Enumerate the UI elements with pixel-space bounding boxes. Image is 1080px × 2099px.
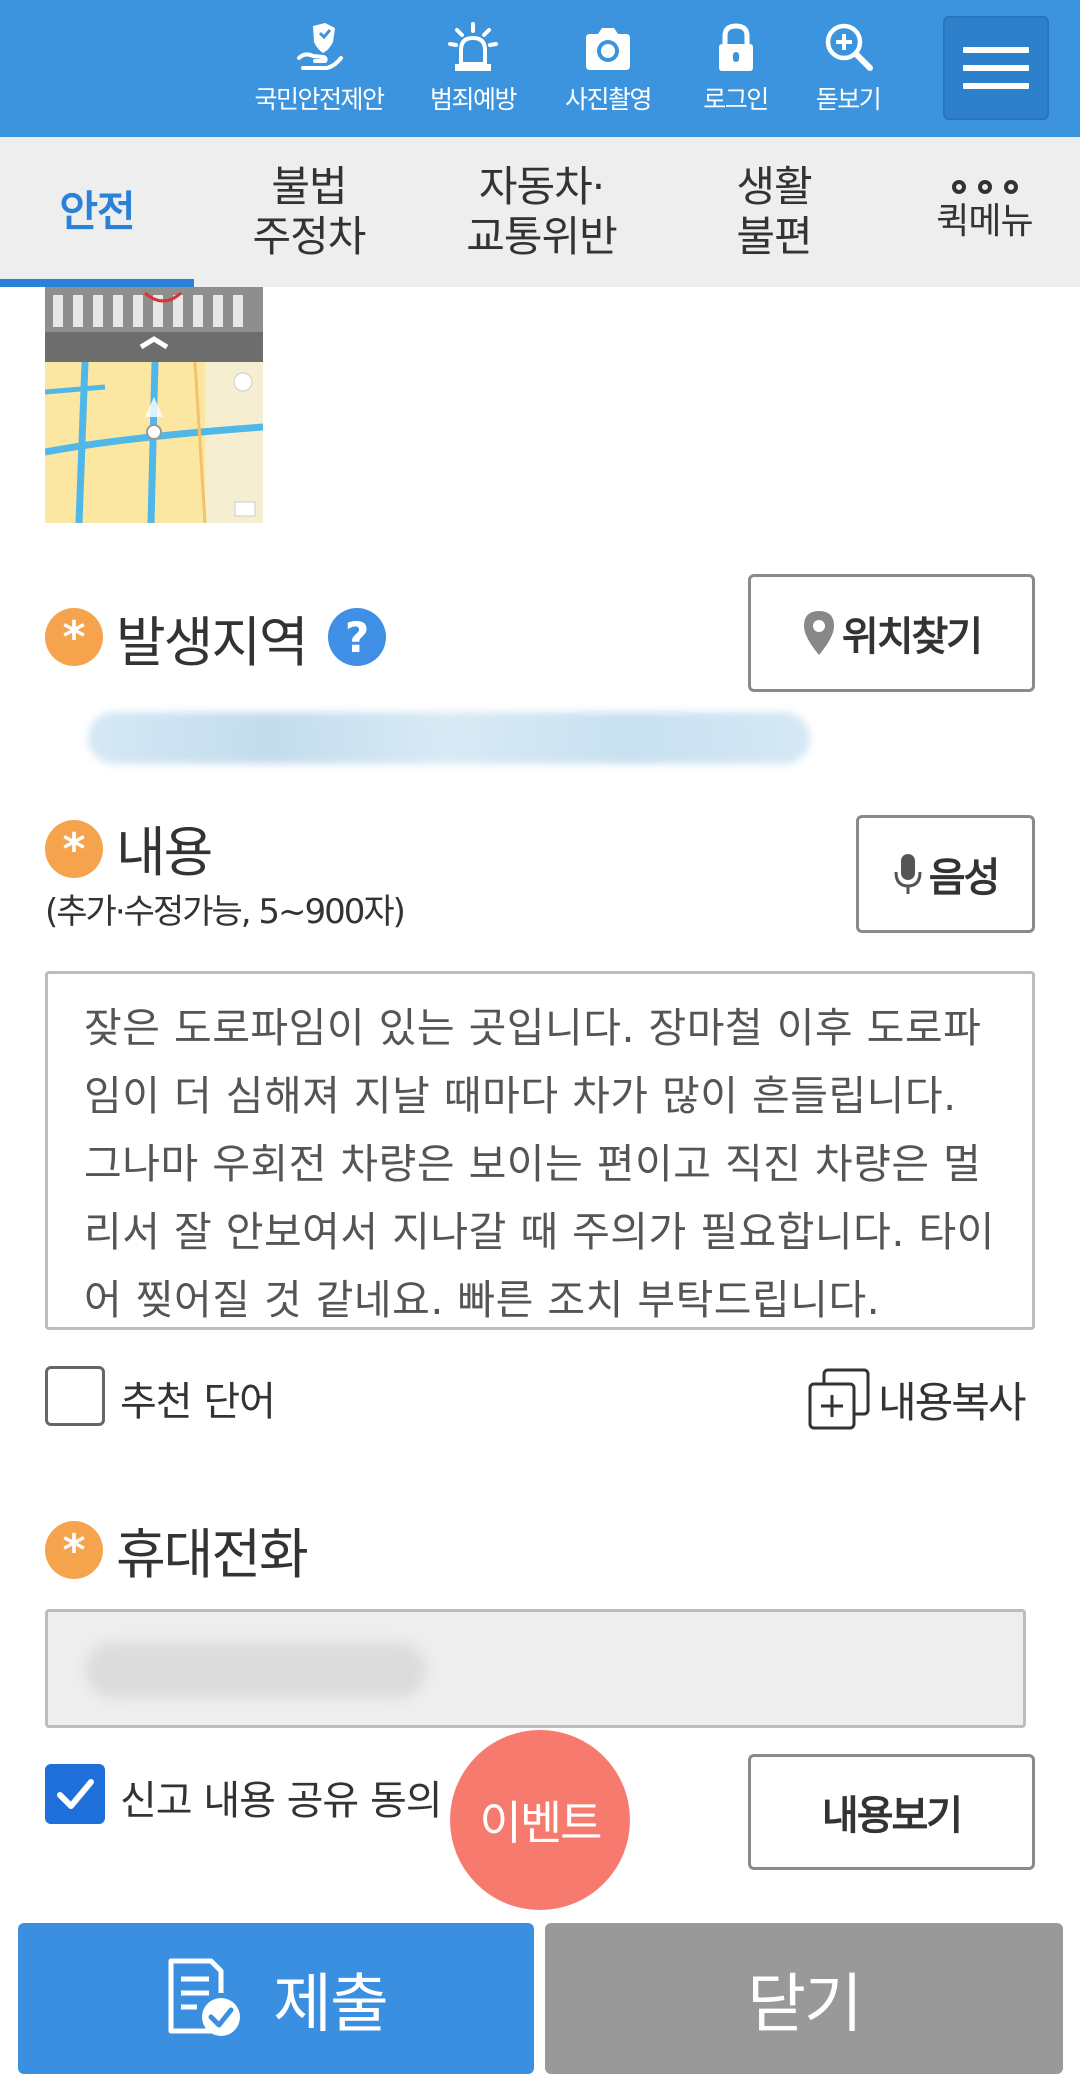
submit-label: 제출: [273, 1967, 389, 2042]
tab-traffic-violation-line2: 교통위반: [466, 212, 618, 261]
map-pin-icon: [803, 611, 834, 655]
view-content-button[interactable]: 내용보기: [748, 1754, 1035, 1870]
tab-illegal-parking-line2: 주정차: [252, 212, 367, 261]
dots-icon: [951, 180, 1018, 194]
phone-input[interactable]: [45, 1609, 1026, 1728]
phone-title: 휴대전화: [116, 1523, 309, 1586]
content-textarea[interactable]: 잦은 도로파임이 있는 곳입니다. 장마철 이후 도로파임이 더 심해져 지날 …: [45, 971, 1035, 1330]
copy-add-icon: [808, 1368, 870, 1430]
required-mark-phone: *: [45, 1521, 103, 1579]
tab-daily-inconvenience-line2: 불편: [736, 212, 812, 261]
close-button[interactable]: 닫기: [545, 1923, 1063, 2074]
crime-prevention-label: 범죄예방: [429, 85, 518, 114]
hand-shield-icon: [297, 23, 343, 70]
phone-number-blurred: [86, 1642, 426, 1698]
map-thumbnail[interactable]: [45, 287, 263, 523]
event-button[interactable]: 이벤트: [450, 1730, 630, 1910]
take-photo-button[interactable]: 사진촬영: [538, 20, 678, 125]
tab-illegal-parking-line1: 불법: [271, 162, 347, 211]
copy-content-button[interactable]: 내용복사: [808, 1368, 1027, 1430]
magnifier-label: 돋보기: [815, 85, 882, 114]
check-icon: [57, 1779, 94, 1809]
active-tab-indicator: [0, 279, 194, 287]
siren-icon: [448, 22, 498, 71]
camera-icon: [586, 28, 630, 70]
magnifier-button[interactable]: 돋보기: [793, 20, 903, 125]
lock-icon: [718, 23, 753, 71]
tab-daily-inconvenience[interactable]: 생활 불편: [659, 137, 889, 287]
safety-proposal-label: 국민안전제안: [254, 85, 385, 114]
magnifier-icon: [825, 23, 873, 71]
quick-menu-label: 퀵메뉴: [936, 201, 1033, 242]
content-title: 내용: [116, 821, 213, 884]
take-photo-label: 사진촬영: [564, 85, 653, 114]
find-location-label: 위치찾기: [841, 614, 983, 660]
document-check-icon: [168, 1958, 241, 2036]
content-length-note: (추가·수정가능, 5~900자): [45, 892, 406, 932]
share-consent-checkbox[interactable]: [45, 1764, 105, 1824]
top-bar: 국민안전제안 범죄예방 사진촬영 로그인 돋보기: [0, 0, 1080, 137]
tab-traffic-violation-line1: 자동차·: [478, 162, 605, 211]
tab-quick-menu[interactable]: 퀵메뉴: [889, 137, 1080, 287]
recommend-words-checkbox[interactable]: [45, 1366, 105, 1426]
required-mark-content: *: [45, 820, 103, 878]
login-button[interactable]: 로그인: [678, 20, 793, 125]
map-image: [45, 287, 263, 523]
recommend-words-label: 추천 단어: [120, 1379, 276, 1425]
find-location-button[interactable]: 위치찾기: [748, 574, 1035, 692]
tab-daily-inconvenience-line1: 생활: [736, 162, 812, 211]
tab-illegal-parking[interactable]: 불법 주정차: [194, 137, 424, 287]
hamburger-menu-icon[interactable]: [943, 16, 1049, 120]
help-icon[interactable]: ?: [328, 608, 386, 666]
location-title: 발생지역: [116, 611, 309, 674]
view-content-label: 내용보기: [821, 1793, 963, 1839]
submit-button[interactable]: 제출: [18, 1923, 534, 2074]
top-shortcuts: 국민안전제안 범죄예방 사진촬영 로그인 돋보기: [230, 20, 903, 125]
required-mark-location: *: [45, 608, 103, 666]
voice-input-button[interactable]: 음성: [856, 815, 1035, 933]
category-tabs: 안전 불법 주정차 자동차· 교통위반 생활 불편 퀵메뉴: [0, 137, 1080, 287]
voice-input-label: 음성: [928, 855, 1001, 901]
share-consent-label: 신고 내용 공유 동의: [120, 1778, 443, 1824]
safety-proposal-button[interactable]: 국민안전제안: [230, 20, 408, 125]
copy-content-label: 내용복사: [878, 1377, 1027, 1427]
login-label: 로그인: [703, 85, 769, 114]
location-address-blurred: [88, 712, 810, 764]
microphone-icon: [894, 854, 922, 894]
bottom-action-bar: 제출 닫기: [0, 1910, 1080, 2099]
crime-prevention-button[interactable]: 범죄예방: [408, 20, 538, 125]
tab-safety-label: 안전: [59, 187, 135, 236]
close-label: 닫기: [747, 1967, 863, 2042]
tab-traffic-violation[interactable]: 자동차· 교통위반: [424, 137, 659, 287]
tab-safety[interactable]: 안전: [0, 137, 194, 287]
